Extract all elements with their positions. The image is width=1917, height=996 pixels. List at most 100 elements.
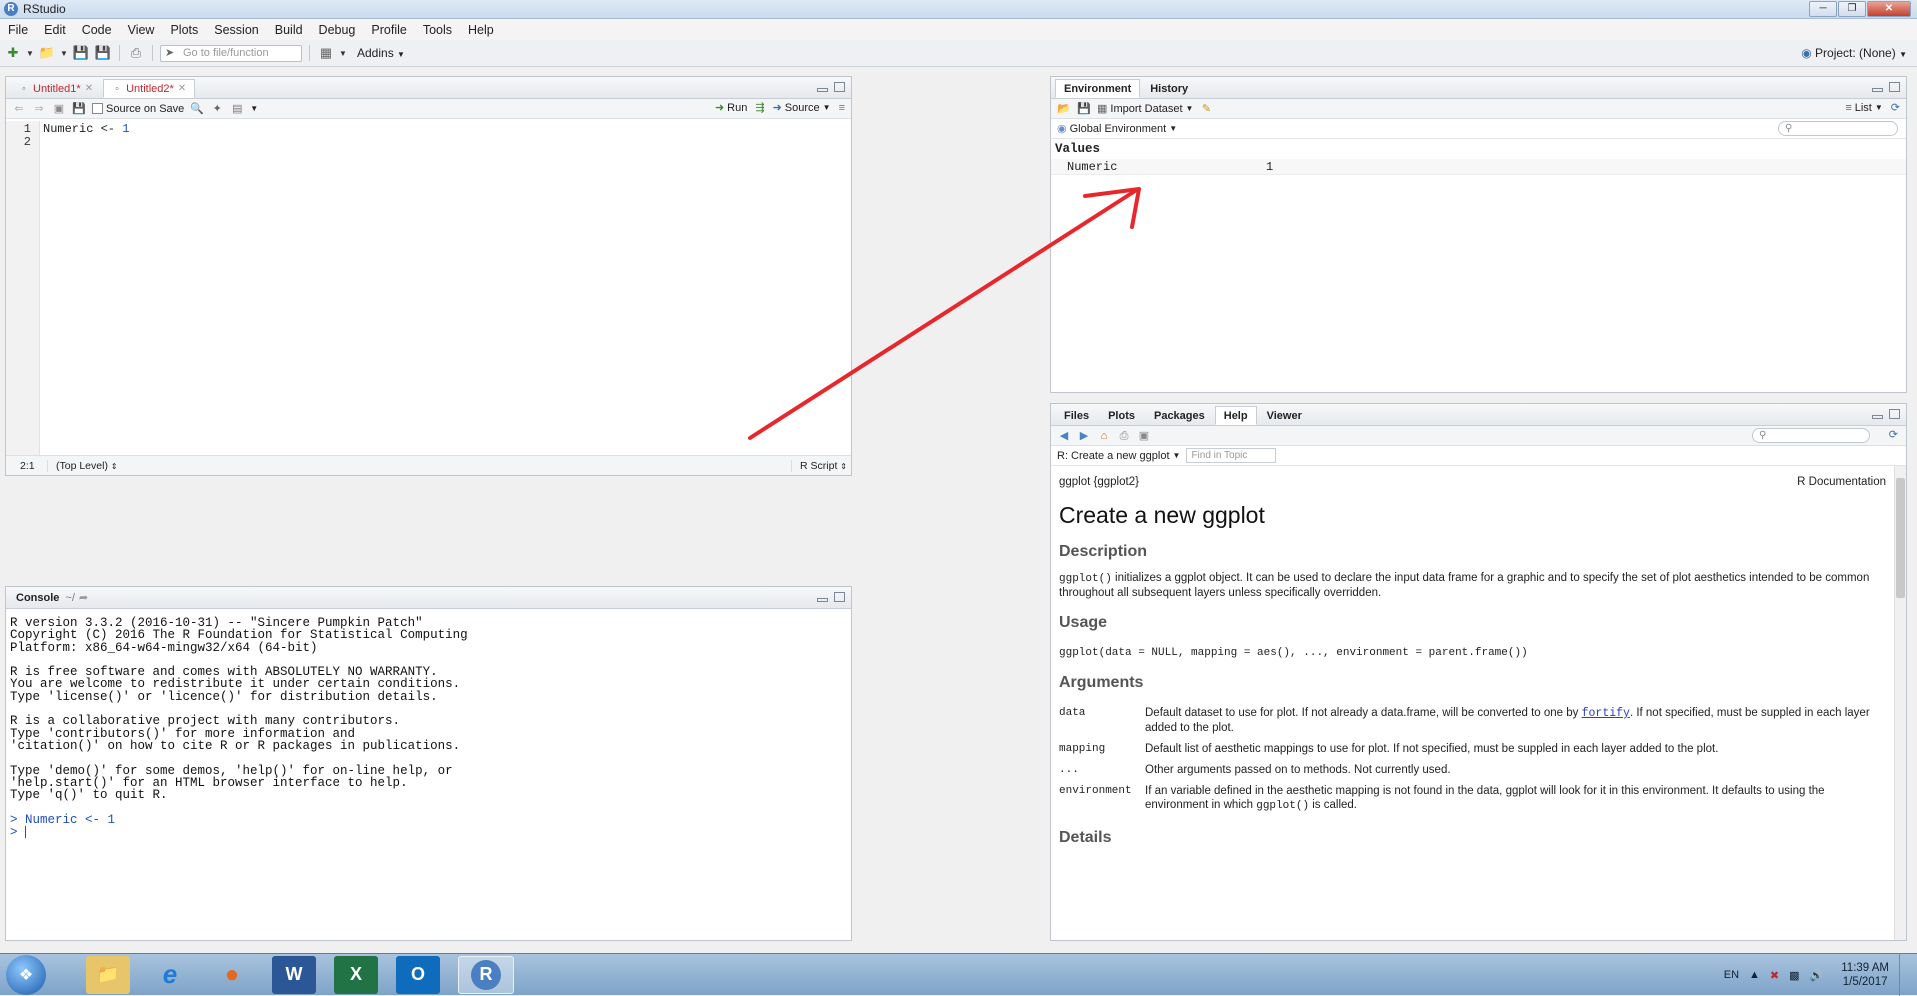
close-tab-icon[interactable]: ✕ xyxy=(85,80,93,98)
go-to-dir-icon[interactable]: ➦ xyxy=(79,591,88,604)
tab-untitled2[interactable]: ◦ Untitled2* ✕ xyxy=(103,79,196,98)
save-workspace-icon[interactable]: 💾 xyxy=(1077,102,1091,116)
variable-row[interactable]: Numeric 1 xyxy=(1051,159,1906,175)
go-to-file-input[interactable]: ➤ Go to file/function xyxy=(160,44,302,62)
fortify-link[interactable]: fortify xyxy=(1582,707,1630,720)
menu-view[interactable]: View xyxy=(120,23,163,37)
tab-history[interactable]: History xyxy=(1141,79,1197,98)
checkbox[interactable] xyxy=(92,103,103,114)
dropdown-arrow-icon[interactable]: ▼ xyxy=(26,44,34,62)
refresh-icon[interactable]: ⟳ xyxy=(1891,101,1900,114)
show-in-window-icon[interactable]: ▣ xyxy=(52,102,66,116)
start-button[interactable]: ❖ xyxy=(6,954,46,995)
menu-profile[interactable]: Profile xyxy=(363,23,414,37)
menu-tools[interactable]: Tools xyxy=(415,23,460,37)
pane-layout-icon[interactable]: ▦ xyxy=(317,44,335,62)
run-button[interactable]: ➜ Run xyxy=(715,101,747,115)
menu-help[interactable]: Help xyxy=(460,23,502,37)
compile-report-icon[interactable]: ▤ xyxy=(230,102,244,116)
search-replace-icon[interactable]: 🔍 xyxy=(190,102,204,116)
show-in-window-icon[interactable]: ▣ xyxy=(1137,429,1151,443)
open-file-icon[interactable]: 📁 xyxy=(38,44,56,62)
menu-file[interactable]: File xyxy=(0,23,36,37)
menu-build[interactable]: Build xyxy=(267,23,311,37)
maximize-pane-icon[interactable] xyxy=(834,82,845,92)
show-desktop-button[interactable] xyxy=(1899,954,1909,996)
load-workspace-icon[interactable]: 📂 xyxy=(1057,102,1071,116)
menu-plots[interactable]: Plots xyxy=(162,23,206,37)
firefox-icon[interactable]: ● xyxy=(210,956,254,994)
back-arrow-icon[interactable]: ⇐ xyxy=(12,102,26,116)
tab-environment[interactable]: Environment xyxy=(1055,79,1141,98)
maximize-pane-icon[interactable] xyxy=(1889,82,1900,92)
file-type-selector[interactable]: R Script ⇕ xyxy=(791,459,847,472)
save-icon[interactable]: 💾 xyxy=(72,102,86,116)
broom-clear-icon[interactable]: ✎ xyxy=(1199,102,1213,116)
maximize-pane-icon[interactable] xyxy=(1889,409,1900,419)
volume-icon[interactable]: 🔊 xyxy=(1810,969,1824,982)
scope-selector[interactable]: (Top Level) ⇕ xyxy=(48,460,118,472)
find-in-topic-input[interactable]: Find in Topic xyxy=(1186,448,1277,463)
view-mode-selector[interactable]: ≡ List ▼ xyxy=(1845,102,1882,114)
menu-edit[interactable]: Edit xyxy=(36,23,74,37)
tab-viewer[interactable]: Viewer xyxy=(1258,406,1311,425)
minimize-pane-icon[interactable] xyxy=(817,598,828,602)
forward-arrow-icon[interactable]: ▶ xyxy=(1077,429,1091,443)
console-output[interactable]: R version 3.3.2 (2016-10-31) -- "Sincere… xyxy=(6,609,851,839)
scrollbar-thumb[interactable] xyxy=(1896,478,1905,598)
tab-plots[interactable]: Plots xyxy=(1099,406,1144,425)
scope-selector[interactable]: ◉ Global Environment ▼ xyxy=(1057,122,1177,136)
maximize-pane-icon[interactable] xyxy=(834,592,845,602)
forward-arrow-icon[interactable]: ⇒ xyxy=(32,102,46,116)
menu-debug[interactable]: Debug xyxy=(311,23,364,37)
close-tab-icon[interactable]: ✕ xyxy=(178,80,186,98)
source-on-save-toggle[interactable]: Source on Save xyxy=(92,103,184,115)
console-prompt[interactable]: > xyxy=(10,826,851,839)
outlook-icon[interactable]: O xyxy=(396,955,440,994)
language-indicator[interactable]: EN xyxy=(1724,969,1739,981)
tab-packages[interactable]: Packages xyxy=(1145,406,1214,425)
dropdown-arrow-icon[interactable]: ▼ xyxy=(339,44,347,62)
menu-session[interactable]: Session xyxy=(206,23,266,37)
home-icon[interactable]: ⌂ xyxy=(1097,429,1111,443)
word-icon[interactable]: W xyxy=(272,955,316,994)
tab-help[interactable]: Help xyxy=(1214,406,1257,425)
save-all-icon[interactable]: 💾 xyxy=(94,44,112,62)
menu-code[interactable]: Code xyxy=(74,23,120,37)
print-icon[interactable]: ⎙ xyxy=(127,44,145,62)
clock[interactable]: 11:39 AM 1/5/2017 xyxy=(1841,961,1889,989)
minimize-pane-icon[interactable] xyxy=(1872,88,1883,92)
print-icon[interactable]: ⎙ xyxy=(1117,429,1131,443)
import-dataset-button[interactable]: ▦ Import Dataset ▼ xyxy=(1097,102,1193,116)
addins-menu[interactable]: Addins ▼ xyxy=(357,46,405,60)
minimize-button[interactable]: ─ xyxy=(1809,1,1837,17)
rstudio-taskbar-icon[interactable]: R xyxy=(458,955,514,994)
chevron-down-icon[interactable]: ▼ xyxy=(250,104,258,113)
excel-icon[interactable]: X xyxy=(334,955,378,994)
tab-untitled1[interactable]: ◦ Untitled1* ✕ xyxy=(10,79,102,98)
dropdown-arrow-icon[interactable]: ▼ xyxy=(60,44,68,62)
code-content[interactable]: Numeric <- 1 xyxy=(40,121,851,455)
show-hidden-icons-icon[interactable]: ▲ xyxy=(1749,969,1760,981)
restore-button[interactable]: ❐ xyxy=(1838,1,1866,17)
save-icon[interactable]: 💾 xyxy=(72,44,90,62)
environment-search-input[interactable]: ⚲ xyxy=(1778,121,1898,136)
refresh-icon[interactable]: ⟳ xyxy=(1889,428,1898,441)
minimize-pane-icon[interactable] xyxy=(1872,415,1883,419)
topic-selector[interactable]: R: Create a new ggplot ▼ xyxy=(1057,450,1180,462)
help-search-input[interactable]: ⚲ xyxy=(1752,428,1870,443)
project-menu[interactable]: ◉ Project: (None) ▼ xyxy=(1801,46,1907,60)
tab-files[interactable]: Files xyxy=(1055,406,1098,425)
code-tools-wand-icon[interactable]: ✦ xyxy=(210,102,224,116)
source-button[interactable]: ➜ Source ▼ xyxy=(773,101,831,115)
close-button[interactable]: ✕ xyxy=(1867,1,1911,17)
minimize-pane-icon[interactable] xyxy=(817,88,828,92)
file-explorer-icon[interactable]: 📁 xyxy=(86,955,130,994)
document-outline-icon[interactable]: ≡ xyxy=(839,102,845,114)
code-editor[interactable]: 1 2 Numeric <- 1 xyxy=(6,121,851,455)
help-scrollbar[interactable] xyxy=(1894,466,1906,940)
network-error-icon[interactable]: ✖ xyxy=(1770,969,1779,982)
internet-explorer-icon[interactable]: e xyxy=(148,956,192,994)
power-icon[interactable]: ▩ xyxy=(1789,969,1799,982)
new-file-icon[interactable]: ✚ xyxy=(4,44,22,62)
